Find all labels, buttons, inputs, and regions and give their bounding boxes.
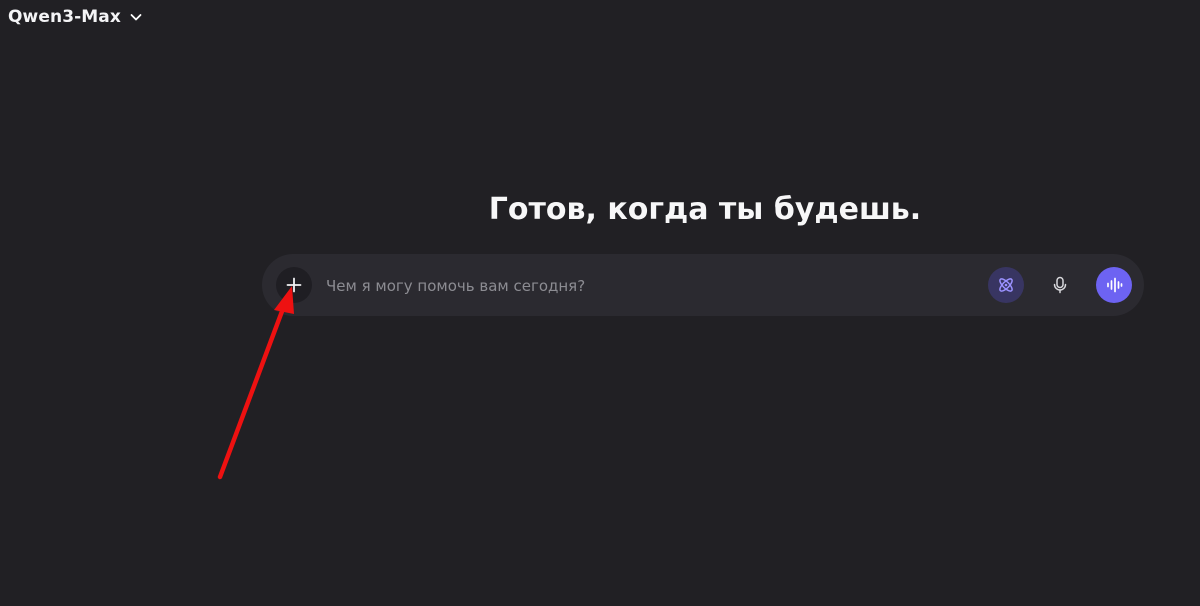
atom-icon: [996, 275, 1016, 295]
model-selector[interactable]: Qwen3-Max: [8, 5, 143, 29]
attach-button[interactable]: [276, 267, 312, 303]
chat-page: Qwen3-Max Готов, когда ты будешь.: [0, 0, 1200, 606]
page-title: Готов, когда ты будешь.: [488, 192, 922, 227]
plus-icon: [285, 276, 303, 294]
microphone-button[interactable]: [1042, 267, 1078, 303]
chat-input[interactable]: [324, 269, 928, 303]
sound-wave-icon: [1104, 275, 1124, 295]
chevron-down-icon: [129, 10, 143, 24]
voice-mode-button[interactable]: [1096, 267, 1132, 303]
chat-composer: [262, 254, 1144, 316]
microphone-icon: [1050, 275, 1070, 295]
model-name: Qwen3-Max: [8, 7, 121, 27]
thinking-mode-button[interactable]: [988, 267, 1024, 303]
